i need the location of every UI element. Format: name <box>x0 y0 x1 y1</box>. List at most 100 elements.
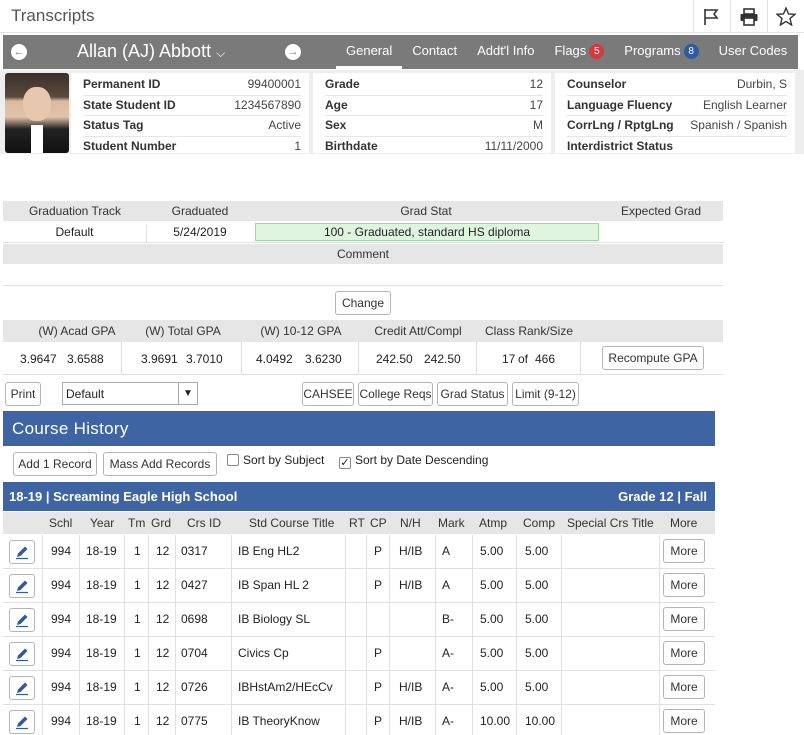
cell-atmp: 5.00 <box>480 680 504 694</box>
mass-add-records-button[interactable]: Mass Add Records <box>103 452 217 476</box>
interdistrict-status-label: Interdistrict Status <box>567 138 674 153</box>
star-icon[interactable] <box>767 0 804 33</box>
birthdate-value: 11/11/2000 <box>484 138 543 153</box>
tab-user-codes[interactable]: User Codes ⌃ <box>709 35 804 69</box>
tab-contact[interactable]: Contact <box>402 35 467 69</box>
class-rank-size-header: Class Rank/Size <box>484 324 574 338</box>
col-crs-id: Crs ID <box>187 516 221 530</box>
sort-by-date-checkbox[interactable]: ✓ Sort by Date Descending <box>339 453 488 469</box>
add-1-record-button[interactable]: Add 1 Record <box>13 452 97 476</box>
gpa-10-12-unweighted: 3.6230 <box>305 352 342 366</box>
age-label: Age <box>325 97 348 112</box>
col-mark: Mark <box>438 516 465 530</box>
more-button[interactable]: More <box>663 641 705 665</box>
comment-header: Comment <box>336 247 389 261</box>
sort-by-subject-checkbox[interactable]: Sort by Subject <box>227 453 324 467</box>
cell-cp: P <box>374 680 383 694</box>
cell-atmp: 5.00 <box>480 646 504 660</box>
more-button[interactable]: More <box>663 539 705 563</box>
cell-title: Civics Cp <box>238 646 289 660</box>
cell-crs[interactable]: 0427 <box>181 578 208 592</box>
edit-pencil-icon[interactable] <box>9 608 35 632</box>
cell-year: 18-19 <box>86 646 117 660</box>
grad-status-button[interactable]: Grad Status <box>437 382 508 406</box>
tab-flags[interactable]: Flags 5 <box>544 35 614 69</box>
edit-pencil-icon[interactable] <box>9 676 35 700</box>
counselor-label: Counselor <box>567 77 627 91</box>
comment-header-row: Comment <box>3 244 723 264</box>
title-bar: Transcripts <box>0 0 804 33</box>
flag-icon[interactable] <box>693 0 730 33</box>
cell-grd: 12 <box>156 544 170 558</box>
corr-language-label: CorrLng / RptgLng <box>567 118 674 132</box>
edit-pencil-icon[interactable] <box>9 710 35 734</box>
edit-pencil-icon[interactable] <box>9 642 35 666</box>
credit-attempted: 242.50 <box>376 352 413 366</box>
limit-9-12-button[interactable]: Limit (9-12) <box>512 382 579 406</box>
edit-pencil-icon[interactable] <box>9 540 35 564</box>
chevron-up-icon[interactable]: ⌃ <box>797 43 804 58</box>
cell-crs[interactable]: 0698 <box>181 612 208 626</box>
cell-mark: A- <box>442 680 454 694</box>
previous-student-icon[interactable]: ← <box>11 44 27 60</box>
flags-count-badge: 5 <box>589 44 605 59</box>
tab-flags-label: Flags <box>554 43 587 58</box>
cell-mark: A- <box>442 714 454 728</box>
counselor-link[interactable]: Durbin, S <box>737 75 787 95</box>
corr-language-value: Spanish / Spanish <box>690 118 787 132</box>
cell-crs[interactable]: 0726 <box>181 680 208 694</box>
language-fluency-value: English Learner <box>702 97 787 112</box>
comment-value <box>3 264 723 286</box>
cell-atmp: 5.00 <box>480 578 504 592</box>
more-button[interactable]: More <box>663 573 705 597</box>
total-gpa-header: (W) Total GPA <box>145 324 221 338</box>
cell-crs[interactable]: 0704 <box>181 646 208 660</box>
cell-mark: A- <box>442 646 454 660</box>
cell-grd: 12 <box>156 714 170 728</box>
course-table-header: Schl Year Tm Grd Crs ID Std Course Title… <box>3 512 715 534</box>
recompute-gpa-button[interactable]: Recompute GPA <box>602 346 704 370</box>
cell-comp: 10.00 <box>525 714 556 728</box>
cell-atmp: 5.00 <box>480 544 504 558</box>
gpa-10-12-weighted: 4.0492 <box>256 352 293 366</box>
tab-general[interactable]: General <box>336 35 403 69</box>
status-tag-value: Active <box>268 118 301 132</box>
tab-programs[interactable]: Programs 8 <box>614 35 708 69</box>
cell-cp: P <box>374 714 383 728</box>
change-button[interactable]: Change <box>335 291 391 315</box>
student-name-menu[interactable]: Allan (AJ) Abbott ⌵ <box>77 41 225 62</box>
cell-cp: P <box>374 646 383 660</box>
cell-crs[interactable]: 0775 <box>181 714 208 728</box>
cell-tm: 1 <box>134 578 141 592</box>
cell-grd: 12 <box>156 612 170 626</box>
school-year-name: 18-19 | Screaming Eagle High School <box>9 489 238 504</box>
edit-pencil-icon[interactable] <box>9 574 35 598</box>
col-comp: Comp <box>523 516 556 530</box>
credit-att-compl-header: Credit Att/Compl <box>374 324 462 338</box>
print-icon[interactable] <box>730 0 767 33</box>
more-button[interactable]: More <box>663 675 705 699</box>
more-button[interactable]: More <box>663 709 705 733</box>
programs-count-badge: 8 <box>683 44 699 59</box>
class-rank: 17 <box>502 352 516 366</box>
report-format-select[interactable]: Default ▼ <box>62 382 198 405</box>
cell-mark: A <box>442 578 451 592</box>
chevron-down-icon: ⌵ <box>216 46 226 60</box>
tab-addtl-info[interactable]: Addt'l Info <box>467 35 544 69</box>
gpa-header-row: (W) Acad GPA (W) Total GPA (W) 10-12 GPA… <box>3 320 723 342</box>
next-student-icon[interactable]: → <box>285 44 301 60</box>
more-button[interactable]: More <box>663 607 705 631</box>
grade-term: Grade 12 | Fall <box>618 489 707 504</box>
cell-crs[interactable]: 0317 <box>181 544 208 558</box>
sort-by-subject-box <box>227 454 239 466</box>
total-gpa-unweighted: 3.7010 <box>186 352 223 366</box>
cahsee-button[interactable]: CAHSEE <box>302 382 354 406</box>
cell-nh: H/IB <box>399 714 423 728</box>
print-button[interactable]: Print <box>5 382 41 406</box>
college-reqs-button[interactable]: College Reqs <box>358 382 433 406</box>
student-banner: ← Allan (AJ) Abbott ⌵ → General Contact … <box>3 35 804 69</box>
school-term-header: 18-19 | Screaming Eagle High School Grad… <box>3 482 715 511</box>
birthdate-label: Birthdate <box>325 138 378 153</box>
cell-title: IB Span HL 2 <box>238 578 309 592</box>
grade-label: Grade <box>325 77 360 91</box>
